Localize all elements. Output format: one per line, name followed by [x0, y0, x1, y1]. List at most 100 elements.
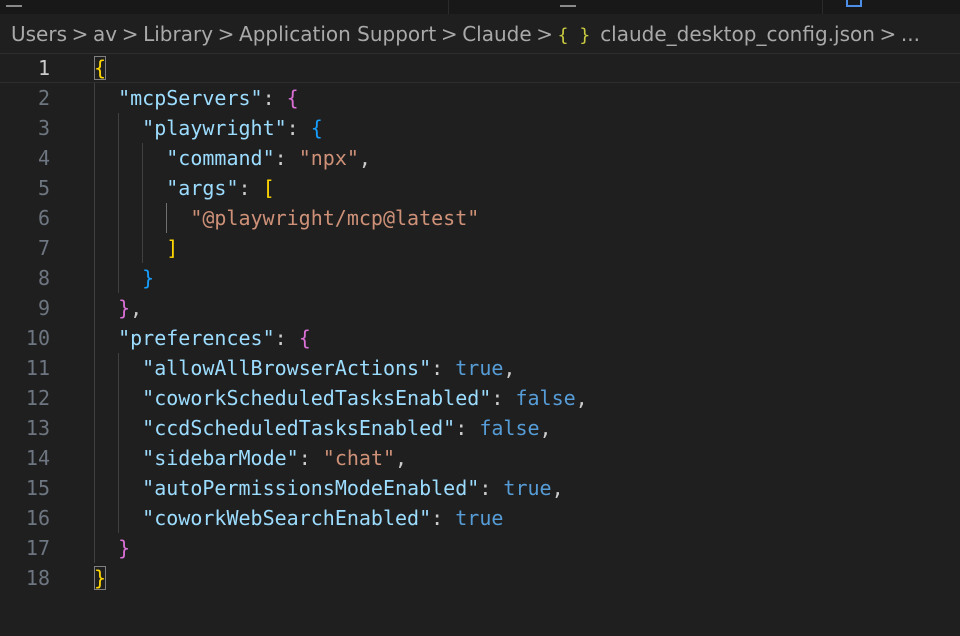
breadcrumb-label: av — [93, 22, 118, 46]
code-token: true — [503, 476, 552, 500]
breadcrumb-item[interactable]: av — [93, 22, 117, 46]
code-token: : — [491, 386, 516, 410]
tab-icon — [6, 0, 22, 7]
code-token: "allowAllBrowserActions" — [142, 356, 432, 380]
tab-icon — [560, 0, 576, 7]
indent-guide — [94, 83, 95, 113]
code-line[interactable]: 2 "mcpServers": { — [0, 83, 960, 113]
breadcrumb-separator-icon: > — [879, 22, 897, 46]
breadcrumb-item[interactable]: Claude — [462, 22, 531, 46]
code-line[interactable]: 6 "@playwright/mcp@latest" — [0, 203, 960, 233]
code-token: , — [575, 386, 588, 410]
code-token: "playwright" — [142, 116, 287, 140]
code-area[interactable]: 1{2 "mcpServers": {3 "playwright": {4 "comm… — [0, 53, 960, 593]
tab-file-icon — [846, 0, 862, 7]
code-line[interactable]: 17} — [0, 533, 960, 563]
code-line[interactable]: 10 "preferences": { — [0, 323, 960, 353]
code-line[interactable]: 8} — [0, 263, 960, 293]
line-number: 5 — [37, 176, 50, 200]
line-number: 17 — [25, 536, 50, 560]
line-content: } — [142, 263, 154, 293]
indent-guide — [118, 203, 120, 233]
breadcrumb: Users > av > Library > Application Support > Cla… — [0, 14, 960, 54]
line-content: "coworkScheduledTasksEnabled": false, — [142, 383, 588, 413]
line-content: "coworkWebSearchEnabled": true — [142, 503, 503, 533]
tab-strip[interactable] — [0, 0, 960, 14]
indent-guide — [166, 203, 168, 233]
code-token: : — [455, 416, 480, 440]
breadcrumb-item[interactable]: Application Support — [239, 22, 436, 46]
line-number: 1 — [37, 56, 50, 80]
code-line[interactable]: 18} — [0, 563, 960, 593]
code-line[interactable]: 12 "coworkScheduledTasksEnabled": false, — [0, 383, 960, 413]
line-number: 12 — [25, 386, 50, 410]
code-editor[interactable]: Users > av > Library > Application Support > Cla… — [0, 0, 960, 636]
code-line[interactable]: 1{ — [0, 53, 960, 83]
line-number: 6 — [37, 206, 50, 230]
code-token: "npx" — [298, 146, 359, 170]
line-number: 9 — [37, 296, 50, 320]
line-number: 15 — [25, 476, 50, 500]
code-token: : — [262, 86, 287, 110]
indent-guide — [94, 173, 95, 203]
indent-guide — [118, 143, 120, 173]
json-file-icon: { } — [557, 25, 591, 46]
code-line[interactable]: 9}, — [0, 293, 960, 323]
indent-guide — [142, 203, 144, 233]
line-content: "@playwright/mcp@latest" — [190, 203, 479, 233]
code-line[interactable]: 5 "args": [ — [0, 173, 960, 203]
line-number: 16 — [25, 506, 50, 530]
indent-guide — [142, 233, 144, 263]
indent-guide — [118, 443, 120, 473]
breadcrumb-label: claude_desktop_config.json — [600, 22, 875, 46]
code-token: "sidebarMode" — [142, 446, 299, 470]
code-token: } — [142, 266, 155, 290]
code-line[interactable]: 15 "autoPermissionsModeEnabled": true, — [0, 473, 960, 503]
code-token: { — [298, 326, 311, 350]
code-line[interactable]: 13 "ccdScheduledTasksEnabled": false, — [0, 413, 960, 443]
indent-guide — [118, 383, 120, 413]
indent-guide — [118, 353, 120, 383]
line-number: 14 — [25, 446, 50, 470]
breadcrumb-item[interactable]: { } claude_desktop_config.json — [558, 22, 875, 46]
indent-guide — [94, 203, 95, 233]
line-content: }, — [118, 293, 142, 323]
code-token: ] — [166, 236, 179, 260]
line-content: "allowAllBrowserActions": true, — [142, 353, 515, 383]
code-line[interactable]: 16 "coworkWebSearchEnabled": true — [0, 503, 960, 533]
line-number: 13 — [25, 416, 50, 440]
line-content: "mcpServers": { — [118, 83, 299, 113]
breadcrumb-item[interactable]: Library — [143, 22, 213, 46]
code-token: } — [94, 566, 107, 590]
indent-guide — [118, 263, 120, 293]
line-number: 4 — [37, 146, 50, 170]
line-content: "command": "npx", — [166, 143, 371, 173]
code-token: false — [515, 386, 576, 410]
code-token: : — [238, 176, 263, 200]
code-line[interactable]: 3 "playwright": { — [0, 113, 960, 143]
code-token: { — [286, 86, 299, 110]
code-token: , — [503, 356, 516, 380]
indent-guide — [118, 503, 120, 533]
code-line[interactable]: 7] — [0, 233, 960, 263]
line-number: 18 — [25, 566, 50, 590]
line-content: "playwright": { — [142, 113, 323, 143]
code-line[interactable]: 14 "sidebarMode": "chat", — [0, 443, 960, 473]
breadcrumb-item[interactable]: ... — [901, 22, 920, 46]
line-content: "autoPermissionsModeEnabled": true, — [142, 473, 563, 503]
breadcrumb-separator-icon: > — [536, 22, 554, 46]
breadcrumb-label: Claude — [462, 22, 532, 46]
code-token: , — [130, 296, 143, 320]
code-token: : — [431, 506, 456, 530]
line-number: 11 — [25, 356, 50, 380]
line-number: 10 — [25, 326, 50, 350]
line-content: } — [94, 563, 107, 593]
breadcrumb-label: Library — [143, 22, 214, 46]
indent-guide — [118, 473, 120, 503]
breadcrumb-item[interactable]: Users — [11, 22, 67, 46]
code-line[interactable]: 11 "allowAllBrowserActions": true, — [0, 353, 960, 383]
code-line[interactable]: 4 "command": "npx", — [0, 143, 960, 173]
code-token: : — [479, 476, 504, 500]
indent-guide — [118, 173, 120, 203]
indent-guide — [94, 503, 95, 533]
